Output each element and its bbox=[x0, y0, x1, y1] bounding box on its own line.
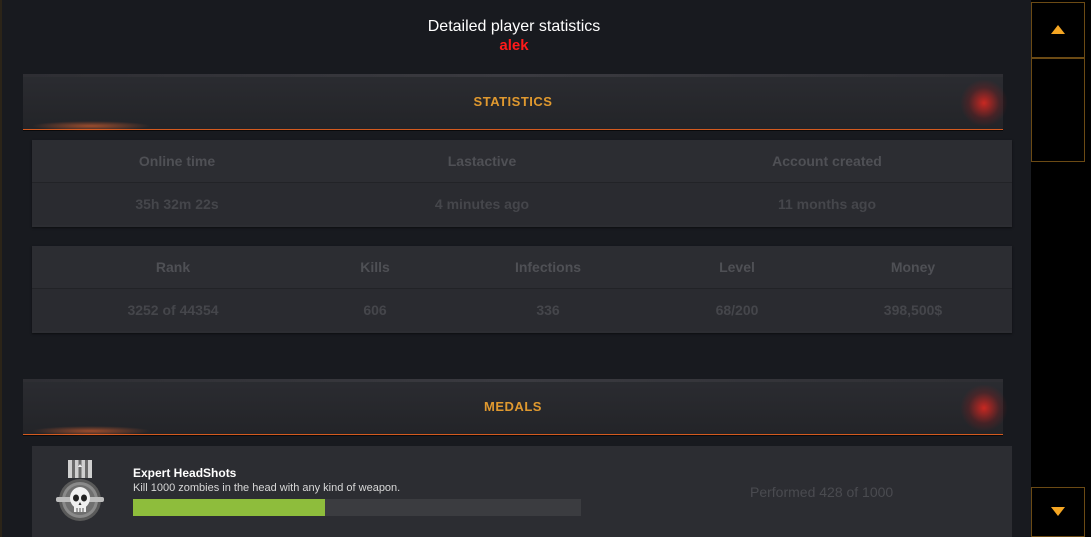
value-level: 68/200 bbox=[715, 302, 759, 318]
banner-glow-left bbox=[31, 426, 151, 436]
header-online-time: Online time bbox=[138, 153, 216, 169]
value-money: 398,500$ bbox=[883, 302, 943, 318]
medal-description: Kill 1000 zombies in the head with any k… bbox=[133, 482, 401, 494]
medal-item: Expert HeadShots Kill 1000 zombies in th… bbox=[32, 446, 1012, 537]
scrollbar[interactable] bbox=[1031, 0, 1091, 537]
scroll-up-button[interactable] bbox=[1031, 2, 1085, 58]
value-rank: 3252 of 44354 bbox=[127, 302, 219, 318]
medal-progress-bar bbox=[133, 499, 581, 516]
header-lastactive: Lastactive bbox=[447, 153, 517, 169]
value-lastactive: 4 minutes ago bbox=[434, 196, 530, 212]
value-account-created: 11 months ago bbox=[777, 196, 877, 212]
header-account-created: Account created bbox=[772, 153, 882, 169]
stats-page: Detailed player statistics alek STATISTI… bbox=[0, 0, 1032, 537]
medal-name: Expert HeadShots bbox=[133, 466, 237, 480]
skull-medal-icon bbox=[52, 458, 108, 524]
activity-header-row: Online time Lastactive Account created bbox=[32, 140, 1012, 183]
statistics-banner: STATISTICS bbox=[23, 74, 1009, 131]
player-stats-table: Rank Kills Infections Level Money 3252 o… bbox=[32, 246, 1012, 333]
arrow-down-icon bbox=[1051, 503, 1065, 521]
header-rank: Rank bbox=[155, 259, 191, 275]
banner-glow-left bbox=[31, 121, 151, 131]
page-title: Detailed player statistics bbox=[427, 18, 601, 35]
stats-value-row: 3252 of 44354 606 336 68/200 398,500$ bbox=[32, 289, 1012, 331]
header-kills: Kills bbox=[360, 259, 390, 275]
medals-banner: MEDALS bbox=[23, 379, 1009, 436]
header-infections: Infections bbox=[514, 259, 582, 275]
activity-table: Online time Lastactive Account created 3… bbox=[32, 140, 1012, 227]
value-online-time: 35h 32m 22s bbox=[135, 196, 219, 212]
player-name: alek bbox=[499, 37, 529, 54]
scroll-down-button[interactable] bbox=[1031, 487, 1085, 537]
medal-progress-fill bbox=[133, 499, 325, 516]
medal-performed-text: Performed 428 of 1000 bbox=[750, 484, 894, 500]
value-infections: 336 bbox=[536, 302, 560, 318]
activity-value-row: 35h 32m 22s 4 minutes ago 11 months ago bbox=[32, 183, 1012, 225]
header-level: Level bbox=[719, 259, 755, 275]
page-header: Detailed player statistics alek bbox=[2, 18, 1026, 54]
value-kills: 606 bbox=[363, 302, 387, 318]
arrow-up-icon bbox=[1051, 21, 1065, 39]
stats-header-row: Rank Kills Infections Level Money bbox=[32, 246, 1012, 289]
statistics-heading: STATISTICS bbox=[473, 94, 553, 109]
header-money: Money bbox=[890, 259, 936, 275]
scrollbar-thumb[interactable] bbox=[1031, 58, 1085, 162]
medals-heading: MEDALS bbox=[484, 399, 542, 414]
